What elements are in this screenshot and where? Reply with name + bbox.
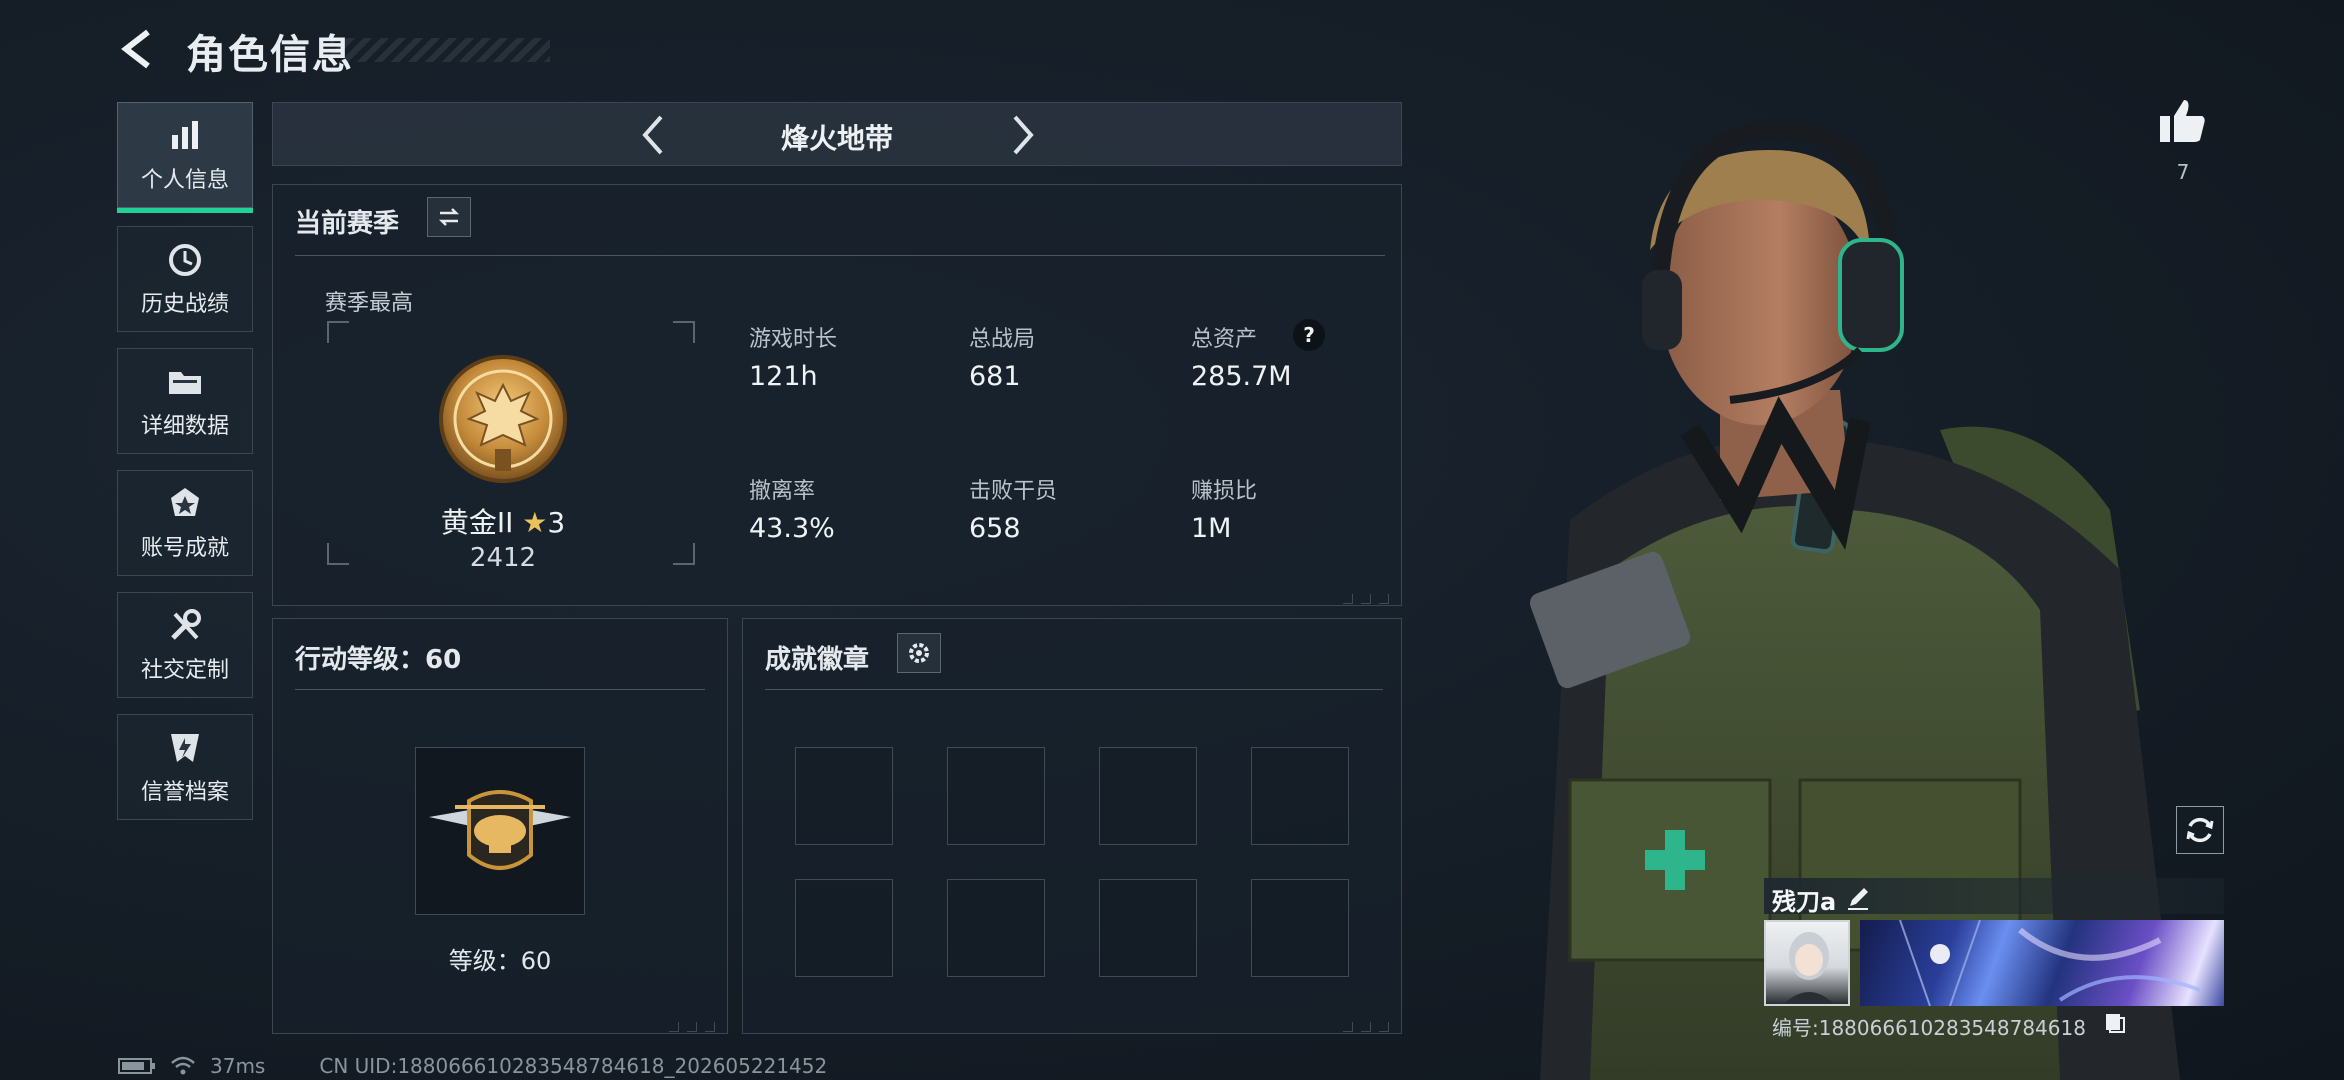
badge-slot[interactable] — [947, 879, 1045, 977]
gear-icon — [909, 643, 929, 663]
divider — [765, 689, 1383, 690]
stat-label: 总资产 — [1191, 327, 1258, 352]
sidebar-item-match-history[interactable]: 历史战绩 — [117, 226, 253, 332]
thumbs-up-icon — [2160, 100, 2205, 142]
stat-label: 撤离率 — [749, 479, 816, 504]
badge-slot[interactable] — [1251, 747, 1349, 845]
copy-icon — [2106, 1014, 2125, 1033]
page-title: 角色信息 — [186, 32, 354, 78]
status-bar: 37ms CN UID:1880666102835487846​18_20260… — [118, 1054, 827, 1078]
bar-chart-icon — [165, 116, 205, 156]
battery-icon — [118, 1058, 155, 1074]
stat-label: 赚损比 — [1191, 479, 1258, 504]
sidebar-item-label: 历史战绩 — [140, 292, 229, 317]
edit-name-button[interactable] — [1844, 884, 1872, 912]
player-name: 残刀a — [1772, 888, 1837, 916]
season-panel: 当前赛季 赛季最高 黄金II ★3 2412 游戏时长 121h 总战局 681… — [272, 184, 1402, 606]
achievement-badge-icon — [165, 484, 205, 524]
frame-corner — [673, 321, 695, 343]
wifi-icon — [171, 1056, 195, 1075]
player-card: 残刀a 编号:1880666102835487846​18 — [1764, 878, 2224, 1046]
level-caption: 等级：60 — [448, 947, 552, 975]
badge-slot[interactable] — [795, 879, 893, 977]
folder-icon — [165, 362, 205, 402]
sidebar-item-label: 信誉档案 — [140, 780, 229, 805]
stat-value: 285.7M — [1191, 361, 1292, 392]
history-clock-icon — [165, 240, 205, 280]
sidebar-item-detailed-data[interactable]: 详细数据 — [117, 348, 253, 454]
pencil-icon — [1848, 888, 1868, 910]
badge-slot[interactable] — [795, 747, 893, 845]
frame-corner — [673, 543, 695, 565]
action-level-panel: 行动等级：60 等级：60 — [272, 618, 728, 1034]
like-count: 7 — [2176, 160, 2190, 184]
star-icon: ★ — [522, 506, 548, 539]
stat-value: 43.3% — [749, 513, 835, 544]
corner-decoration — [661, 1017, 721, 1032]
sidebar-item-label: 个人信息 — [140, 168, 229, 193]
corner-decoration — [1335, 1017, 1395, 1032]
achievement-badges-title: 成就徽章 — [765, 645, 870, 675]
frame-corner — [327, 543, 349, 565]
action-level-title: 行动等级：60 — [295, 645, 462, 675]
like-button[interactable] — [2158, 96, 2208, 146]
rank-stars: 3 — [547, 506, 566, 539]
title-stripe — [330, 38, 550, 62]
avatar[interactable] — [1764, 920, 1850, 1006]
rank-name: 黄金II — [440, 506, 514, 539]
switch-season-button[interactable] — [427, 197, 471, 237]
back-arrow-icon — [121, 29, 150, 69]
achievement-badges-panel: 成就徽章 — [742, 618, 1402, 1034]
frame-corner — [327, 321, 349, 343]
divider — [295, 689, 705, 690]
stat-label: 总战局 — [969, 327, 1036, 352]
rank-score: 2412 — [469, 543, 537, 573]
swap-arrows-icon — [438, 208, 460, 226]
season-peak-label: 赛季最高 — [325, 291, 414, 316]
sidebar-item-label: 详细数据 — [140, 414, 229, 439]
profile-banner[interactable] — [1860, 920, 2224, 1006]
stat-value: 1M — [1191, 513, 1232, 544]
chevron-right-icon — [1013, 115, 1034, 155]
sidebar-item-personal-info[interactable]: 个人信息 — [117, 102, 253, 213]
refresh-button[interactable] — [2176, 806, 2224, 854]
stat-value: 681 — [969, 361, 1021, 392]
stat-label: 击败干员 — [969, 479, 1058, 504]
rank-medal-gold — [433, 349, 573, 489]
next-mode-button[interactable] — [999, 113, 1043, 157]
sidebar-item-label: 账号成就 — [140, 536, 229, 561]
tools-icon — [165, 606, 205, 646]
corner-decoration — [1335, 589, 1395, 604]
helicopter-emblem-icon — [429, 790, 571, 870]
stat-label: 游戏时长 — [749, 327, 838, 352]
copy-uid-button[interactable] — [2104, 1012, 2126, 1034]
stat-value: 658 — [969, 513, 1021, 544]
uid-line: CN UID:1880666102835487846​18_2026052214… — [319, 1054, 828, 1078]
credit-shield-icon — [165, 728, 205, 768]
mode-title: 烽火地带 — [780, 122, 893, 155]
back-button[interactable] — [116, 26, 162, 72]
sidebar-item-account-achievements[interactable]: 账号成就 — [117, 470, 253, 576]
divider — [295, 255, 1385, 256]
sidebar-item-credit-record[interactable]: 信誉档案 — [117, 714, 253, 820]
stat-value: 121h — [749, 361, 818, 392]
rank-name-row: 黄金II ★3 — [353, 501, 653, 541]
sidebar-item-social-custom[interactable]: 社交定制 — [117, 592, 253, 698]
badge-slot[interactable] — [947, 747, 1045, 845]
sidebar-item-label: 社交定制 — [140, 658, 229, 683]
badge-slot[interactable] — [1251, 879, 1349, 977]
ping-value: 37ms — [210, 1054, 266, 1078]
badge-settings-button[interactable] — [897, 633, 941, 673]
player-uid: 编号:1880666102835487846​18 — [1772, 1016, 2086, 1040]
badge-slot[interactable] — [1099, 747, 1197, 845]
mode-switcher: 烽火地带 — [272, 102, 1402, 166]
season-title: 当前赛季 — [295, 209, 400, 239]
help-icon[interactable]: ? — [1293, 319, 1325, 351]
refresh-icon — [2186, 817, 2214, 843]
level-emblem — [415, 747, 585, 915]
badge-slot[interactable] — [1099, 879, 1197, 977]
